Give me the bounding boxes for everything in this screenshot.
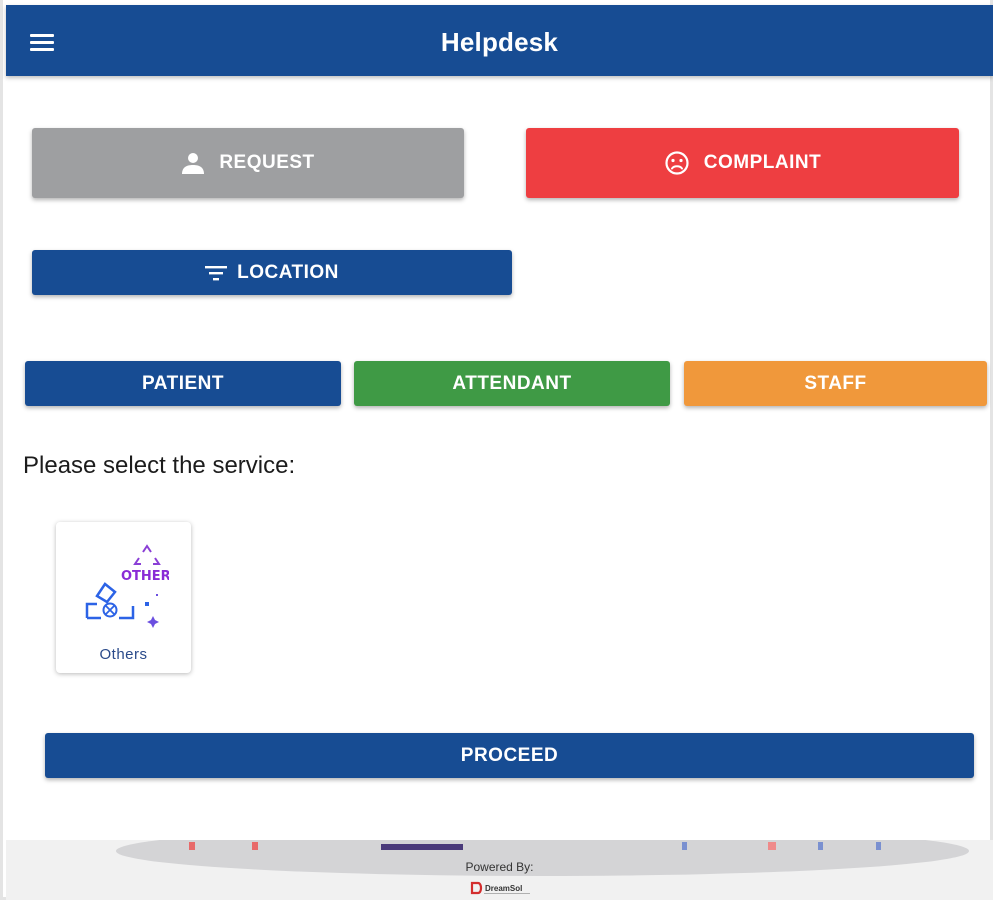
footer-mark: [381, 844, 463, 850]
complaint-button-label: COMPLAINT: [703, 152, 822, 173]
logo-underline: [484, 893, 530, 894]
complaint-button[interactable]: COMPLAINT: [526, 128, 959, 198]
footer-mark: [189, 842, 195, 850]
filter-icon: [205, 265, 228, 281]
footer-mark: [876, 842, 881, 850]
service-prompt: Please select the service:: [23, 452, 296, 479]
footer-mark: [818, 842, 823, 850]
footer-mark: [252, 842, 258, 850]
powered-by-text: Powered By:: [465, 860, 534, 874]
service-card-others[interactable]: OTHER Others: [56, 522, 191, 673]
app-frame: Helpdesk REQUEST COMPLAINT LOCATION PATI…: [0, 0, 993, 900]
app-bar: Helpdesk: [6, 5, 993, 76]
other-recycle-icon: OTHER: [83, 544, 171, 634]
person-icon: [181, 151, 205, 175]
location-button[interactable]: LOCATION: [32, 250, 512, 295]
staff-button-label: STAFF: [804, 372, 867, 394]
footer: Powered By: DreamSol: [6, 840, 993, 900]
staff-button[interactable]: STAFF: [684, 361, 987, 406]
logo-text: DreamSol: [485, 883, 523, 893]
page-title: Helpdesk: [440, 27, 559, 57]
attendant-button[interactable]: ATTENDANT: [354, 361, 670, 406]
location-button-label: LOCATION: [237, 261, 339, 283]
service-label: Others: [99, 646, 148, 663]
logo-mark-icon: [470, 881, 483, 895]
sad-face-icon: [664, 150, 690, 176]
request-button[interactable]: REQUEST: [32, 128, 464, 198]
request-button-label: REQUEST: [219, 152, 315, 173]
footer-mark: [682, 842, 687, 850]
attendant-button-label: ATTENDANT: [452, 372, 572, 394]
other-icon-text: OTHER: [121, 569, 169, 584]
patient-button[interactable]: PATIENT: [25, 361, 341, 406]
proceed-button[interactable]: PROCEED: [45, 733, 974, 778]
footer-mark: [768, 842, 776, 850]
proceed-button-label: PROCEED: [460, 744, 559, 766]
patient-button-label: PATIENT: [142, 372, 224, 394]
